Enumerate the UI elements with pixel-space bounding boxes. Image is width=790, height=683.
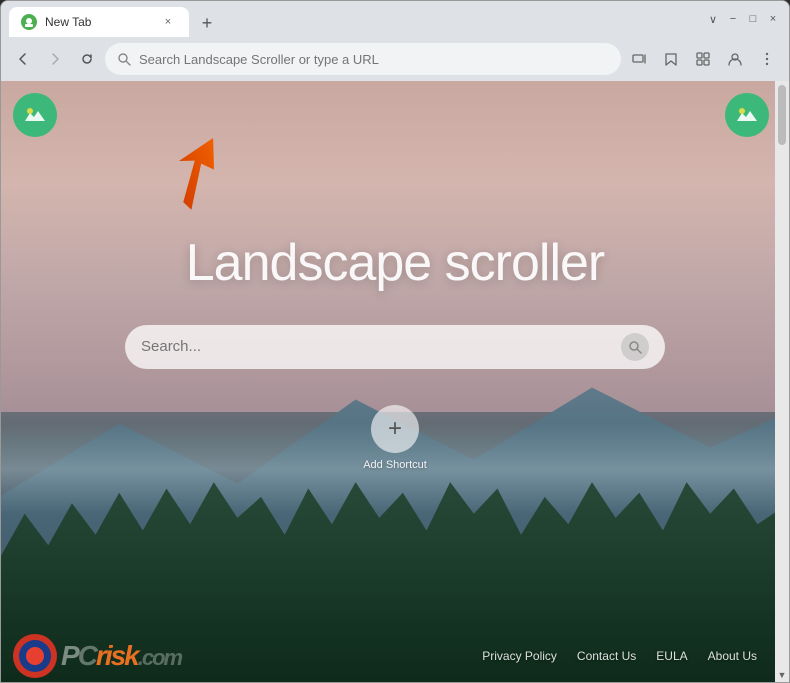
pcrisk-logo xyxy=(13,634,57,678)
forward-button[interactable] xyxy=(41,45,69,73)
arrow-icon xyxy=(171,136,251,216)
search-bar[interactable] xyxy=(125,325,665,369)
search-input[interactable] xyxy=(141,338,611,355)
address-bar[interactable] xyxy=(105,43,621,75)
contact-us-link[interactable]: Contact Us xyxy=(577,649,636,663)
arrow-indicator xyxy=(171,136,251,221)
toolbar-actions xyxy=(625,45,781,73)
back-button[interactable] xyxy=(9,45,37,73)
tab-strip: New Tab × + xyxy=(9,1,701,37)
add-shortcut-circle: + xyxy=(371,405,419,453)
page-logo-topright[interactable] xyxy=(725,93,769,137)
reload-button[interactable] xyxy=(73,45,101,73)
landscape-logo-icon xyxy=(21,101,49,129)
bookmark-button[interactable] xyxy=(657,45,685,73)
tab-title: New Tab xyxy=(45,15,151,29)
tab-close-button[interactable]: × xyxy=(159,13,177,31)
window-minimize-button[interactable]: − xyxy=(725,11,741,27)
footer-logo: PCrisk.com xyxy=(13,634,181,678)
footer-links: Privacy Policy Contact Us EULA About Us xyxy=(482,649,757,663)
about-us-link[interactable]: About Us xyxy=(708,649,757,663)
window-maximize-button[interactable]: □ xyxy=(745,11,761,27)
privacy-policy-link[interactable]: Privacy Policy xyxy=(482,649,557,663)
footer-brand-text: PCrisk.com xyxy=(61,640,181,672)
add-shortcut-button[interactable]: + Add Shortcut xyxy=(363,405,427,471)
add-shortcut-icon: + xyxy=(388,415,402,443)
new-tab-button[interactable]: + xyxy=(193,9,221,37)
url-input[interactable] xyxy=(139,52,609,67)
active-tab[interactable]: New Tab × xyxy=(9,7,189,37)
tab-favicon xyxy=(21,14,37,30)
extensions-button[interactable] xyxy=(689,45,717,73)
add-shortcut-label: Add Shortcut xyxy=(363,459,427,471)
new-tab-page: Landscape scroller + Add Shortcut xyxy=(1,81,789,682)
scrollbar[interactable]: ▼ xyxy=(775,81,789,682)
cast-button[interactable] xyxy=(625,45,653,73)
page-logo-topleft[interactable] xyxy=(13,93,57,137)
browser-window: New Tab × + ∨ − □ × xyxy=(0,0,790,683)
window-close-button[interactable]: × xyxy=(765,11,781,27)
title-bar: New Tab × + ∨ − □ × xyxy=(1,1,789,37)
window-controls: ∨ − □ × xyxy=(705,11,781,27)
scrollbar-thumb[interactable] xyxy=(778,85,786,145)
address-search-icon xyxy=(117,52,131,66)
menu-button[interactable] xyxy=(753,45,781,73)
window-chevron-button[interactable]: ∨ xyxy=(705,11,721,27)
search-button[interactable] xyxy=(621,333,649,361)
search-icon xyxy=(628,340,642,354)
landscape-logo-tr-icon xyxy=(733,101,761,129)
profile-button[interactable] xyxy=(721,45,749,73)
page-footer: PCrisk.com Privacy Policy Contact Us EUL… xyxy=(1,630,769,682)
page-brand-title: Landscape scroller xyxy=(186,233,604,293)
browser-toolbar xyxy=(1,37,789,81)
scroll-down-arrow[interactable]: ▼ xyxy=(775,668,789,682)
browser-content: Landscape scroller + Add Shortcut xyxy=(1,81,789,682)
eula-link[interactable]: EULA xyxy=(656,649,687,663)
main-content-area: Landscape scroller + Add Shortcut xyxy=(1,81,789,682)
